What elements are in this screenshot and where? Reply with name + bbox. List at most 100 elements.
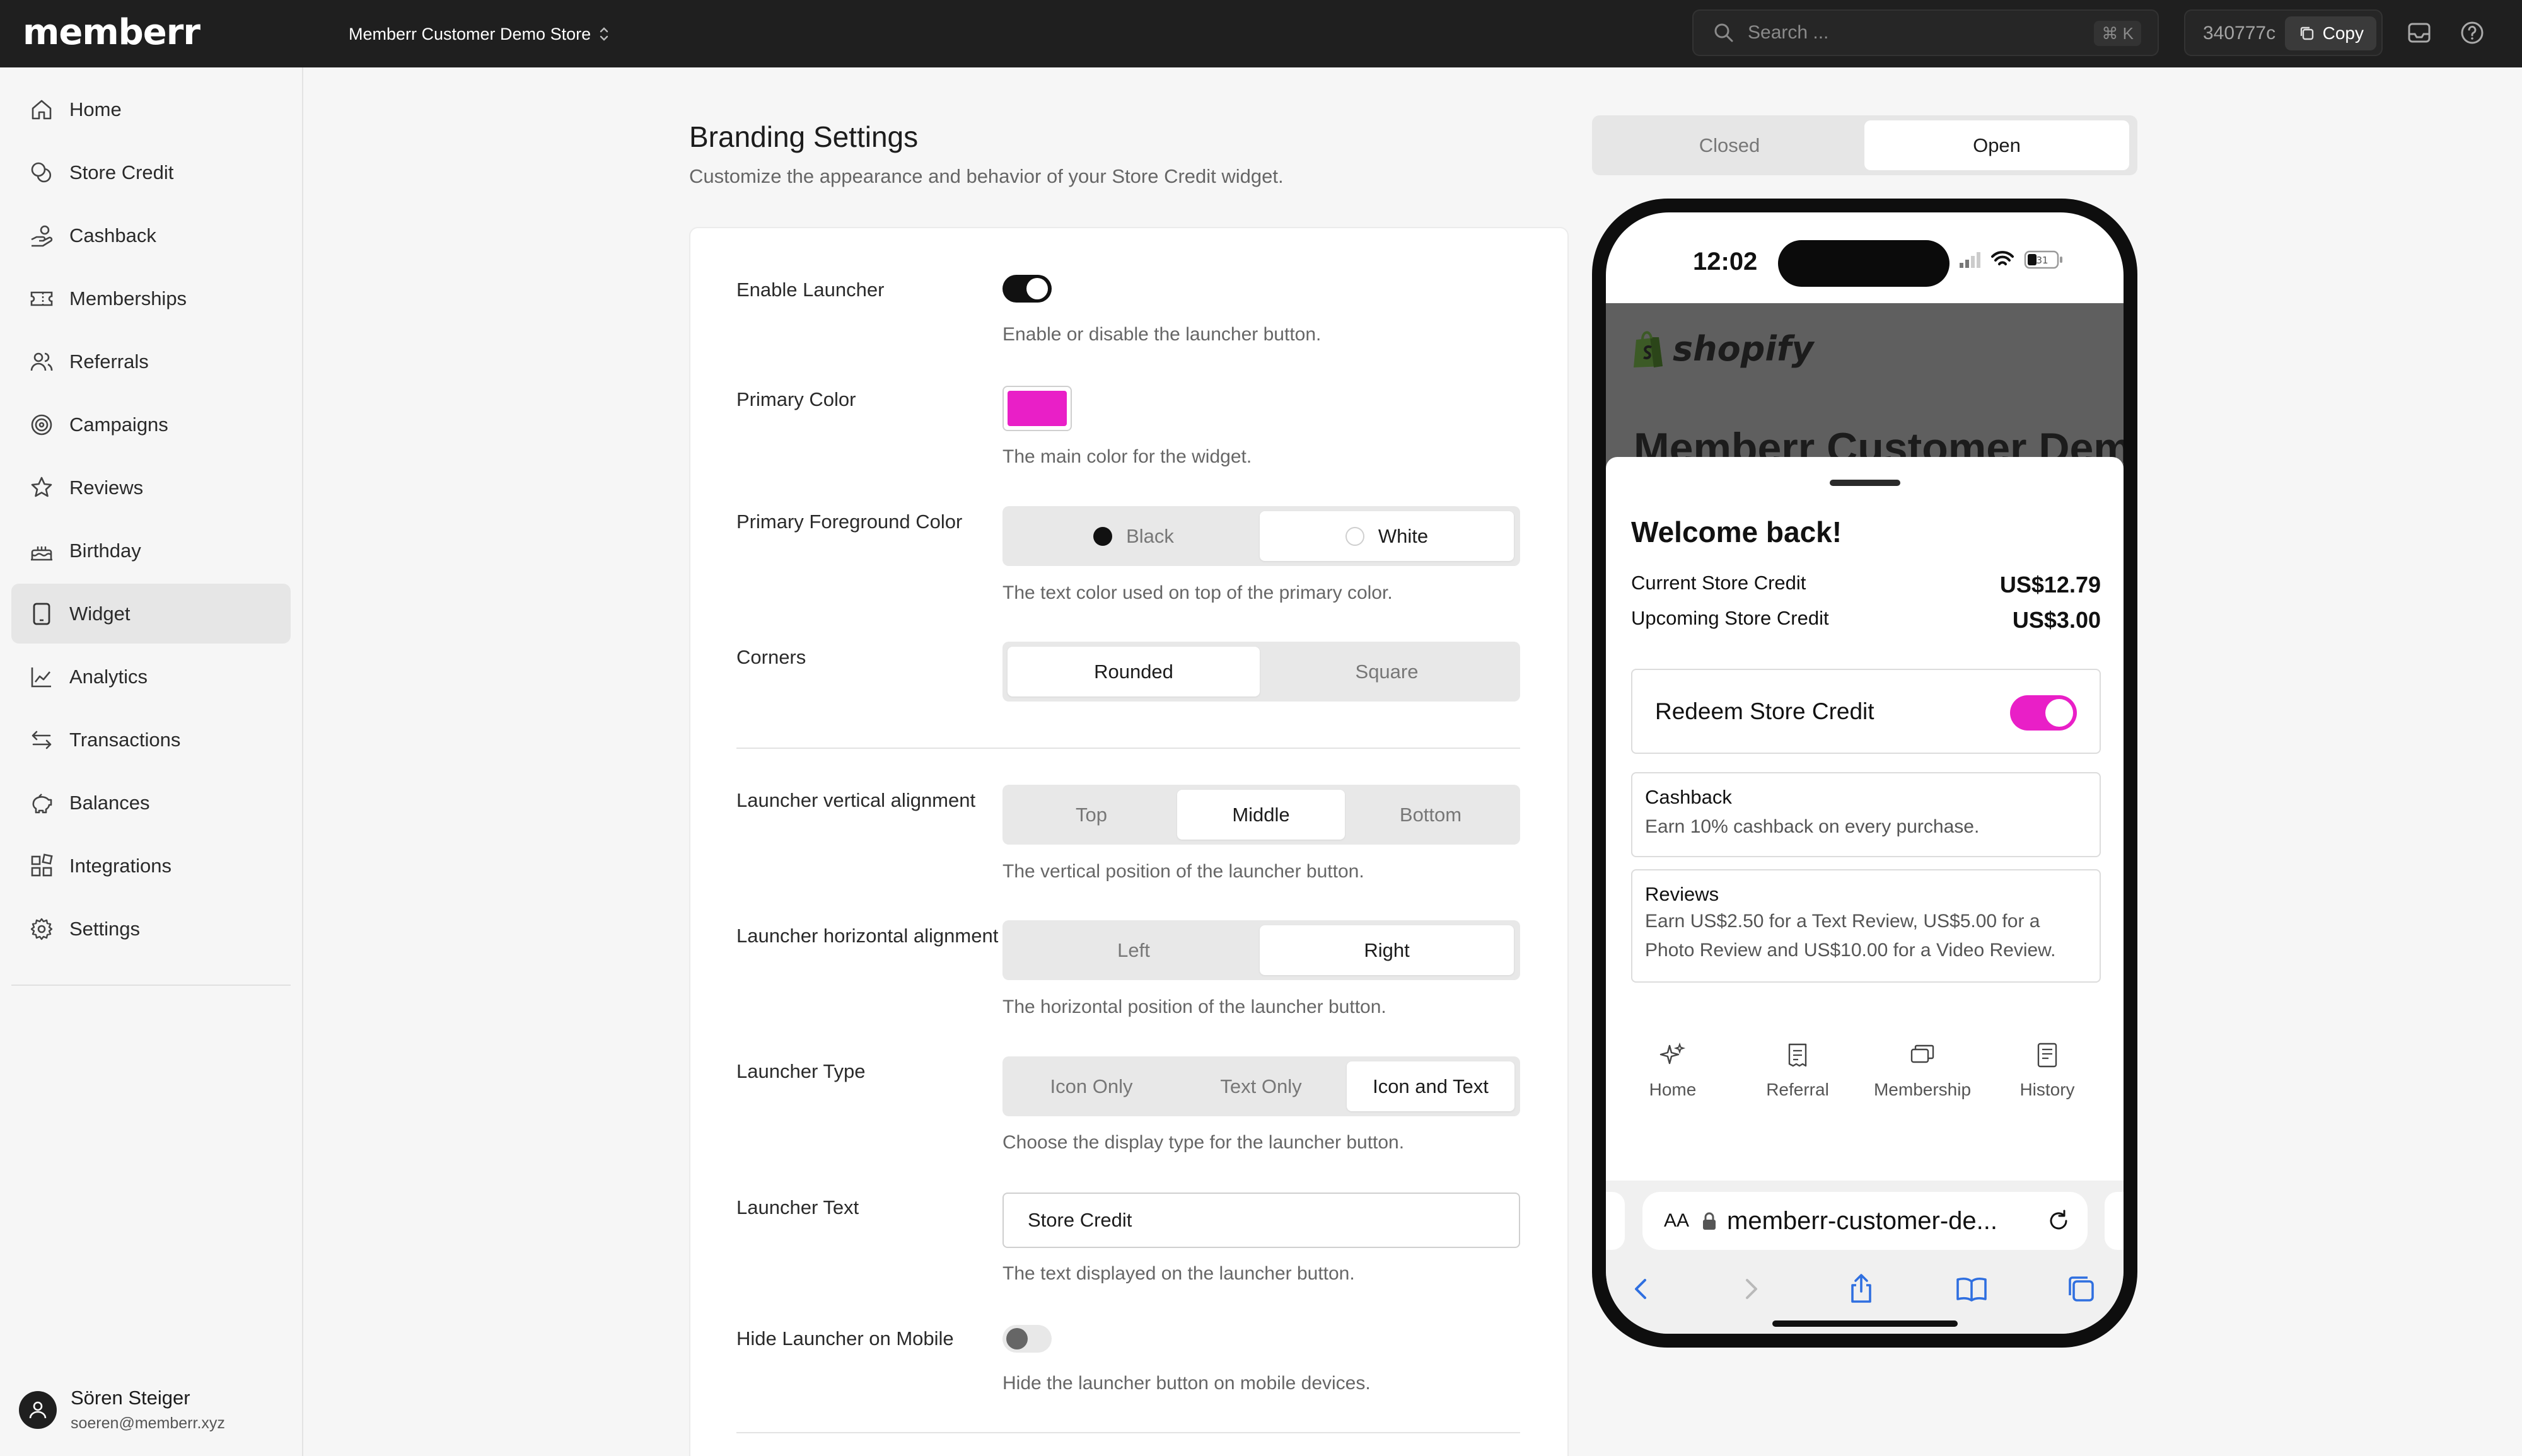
sidebar-item-widget[interactable]: Widget [11,584,291,644]
sidebar-item-campaigns[interactable]: Campaigns [11,395,291,454]
sidebar-item-memberships[interactable]: Memberships [11,269,291,328]
search-shortcut: ⌘ K [2094,21,2141,46]
user-profile[interactable]: Sören Steiger soeren@memberr.xyz [19,1387,225,1433]
forward-icon[interactable] [1732,1270,1770,1308]
sidebar-item-referrals[interactable]: Referrals [11,332,291,391]
upcoming-credit-row: Upcoming Store Credit US$3.00 [1631,607,2101,633]
redeem-label: Redeem Store Credit [1655,698,1874,724]
enable-launcher-help: Enable or disable the launcher button. [1002,324,1322,345]
sidebar-item-balances[interactable]: Balances [11,773,291,833]
section-divider [736,748,1520,749]
launcher-type-help: Choose the display type for the launcher… [1002,1132,1405,1153]
next-tab-edge [2105,1192,2124,1250]
corners-option-square[interactable]: Square [1260,647,1514,696]
sparkle-icon [1659,1042,1686,1065]
welcome-heading: Welcome back! [1631,516,1842,548]
redeem-toggle[interactable] [2010,695,2077,731]
url-bar[interactable]: AA memberr-customer-de... [1642,1192,2088,1250]
status-icons: 31 [1960,250,2062,269]
hide-mobile-label: Hide Launcher on Mobile [736,1327,954,1349]
share-icon[interactable] [1842,1270,1880,1308]
primary-color-swatch[interactable] [1002,386,1072,431]
cashback-card[interactable]: Cashback Earn 10% cashback on every purc… [1631,772,2101,857]
page-subtitle: Customize the appearance and behavior of… [689,165,1284,187]
status-time: 12:02 [1693,248,1758,275]
blocks-icon [31,853,53,876]
preview-tab-open[interactable]: Open [1864,120,2129,170]
widget-nav-referral[interactable]: Referral [1736,1032,1859,1100]
type-option-text-only[interactable]: Text Only [1177,1061,1345,1111]
sheet-handle[interactable] [1830,480,1900,486]
avatar [19,1390,57,1429]
ticket-icon [30,291,53,306]
sidebar-item-transactions[interactable]: Transactions [11,710,291,770]
sidebar-divider [11,985,291,986]
widget-nav-home[interactable]: Home [1611,1032,1735,1100]
hand-coins-icon [31,225,53,246]
widget-nav-history[interactable]: History [1985,1032,2109,1100]
help-icon[interactable] [2458,19,2486,47]
tabs-icon[interactable] [2062,1270,2100,1308]
home-indicator [1772,1320,1958,1327]
vertical-option-middle[interactable]: Middle [1177,790,1345,840]
preview-tab-closed[interactable]: Closed [1597,120,1862,170]
vertical-alignment-label: Launcher vertical alignment [736,789,976,811]
cake-icon [31,546,52,560]
fg-option-white[interactable]: White [1260,511,1514,561]
horizontal-alignment-segmented: Left Right [1002,920,1520,980]
target-icon [31,414,52,435]
search-box[interactable]: Search ... ⌘ K [1692,9,2159,56]
sidebar-item-home[interactable]: Home [11,79,291,139]
redeem-card: Redeem Store Credit [1631,669,2101,754]
corners-segmented: Rounded Square [1002,642,1520,702]
top-bar: memberr Memberr Customer Demo Store Sear… [0,0,2522,67]
sidebar-item-cashback[interactable]: Cashback [11,205,291,265]
primary-fg-label: Primary Foreground Color [736,511,963,533]
hide-mobile-toggle[interactable] [1002,1325,1052,1353]
type-option-icon-and-text[interactable]: Icon and Text [1347,1061,1514,1111]
sidebar-item-analytics[interactable]: Analytics [11,647,291,707]
sidebar-item-reviews[interactable]: Reviews [11,458,291,517]
bookmarks-icon[interactable] [1953,1270,1990,1308]
user-icon [29,1401,47,1418]
piggy-bank-icon [32,793,52,813]
users-icon [30,352,53,371]
store-switcher[interactable]: Memberr Customer Demo Store [349,21,610,47]
launcher-type-label: Launcher Type [736,1060,866,1082]
horizontal-option-left[interactable]: Left [1008,925,1260,975]
section-divider [736,1432,1520,1433]
sidebar-item-settings[interactable]: Settings [11,899,291,959]
reload-icon[interactable] [2046,1208,2071,1234]
star-icon [31,477,52,497]
current-credit-row: Current Store Credit US$12.79 [1631,572,2101,598]
launcher-text-input[interactable]: Store Credit [1002,1193,1520,1248]
reviews-card[interactable]: Reviews Earn US$2.50 for a Text Review, … [1631,869,2101,983]
app-logo[interactable]: memberr [23,15,200,50]
search-placeholder: Search ... [1748,22,1829,43]
search-icon [1714,23,1733,42]
sidebar-item-store-credit[interactable]: Store Credit [11,142,291,202]
primary-color-help: The main color for the widget. [1002,446,1252,467]
fg-option-black[interactable]: Black [1008,511,1260,561]
corners-option-rounded[interactable]: Rounded [1008,647,1260,696]
sidebar-item-integrations[interactable]: Integrations [11,836,291,896]
inbox-icon[interactable] [2405,19,2433,47]
text-size-button[interactable]: AA [1664,1210,1689,1232]
type-option-icon-only[interactable]: Icon Only [1008,1061,1175,1111]
receipt-icon [1788,1043,1807,1067]
enable-launcher-toggle[interactable] [1002,275,1052,303]
back-icon[interactable] [1622,1270,1660,1308]
sidebar-item-birthday[interactable]: Birthday [11,521,291,581]
phone-screen: 12:02 31 shopify Memberr Customer Demo S… [1606,212,2124,1334]
user-name: Sören Steiger [71,1387,190,1409]
launcher-type-segmented: Icon Only Text Only Icon and Text [1002,1056,1520,1116]
chart-icon [31,667,51,687]
widget-nav-membership[interactable]: Membership [1861,1032,1984,1100]
sidebar: Home Store Credit Cashback Memberships R… [0,67,303,1456]
horizontal-option-right[interactable]: Right [1260,925,1514,975]
shopify-logo: shopify [1631,328,1814,369]
vertical-option-bottom[interactable]: Bottom [1347,790,1514,840]
tablet-icon [33,603,50,625]
copy-button[interactable]: Copy [2284,16,2376,50]
vertical-option-top[interactable]: Top [1008,790,1175,840]
